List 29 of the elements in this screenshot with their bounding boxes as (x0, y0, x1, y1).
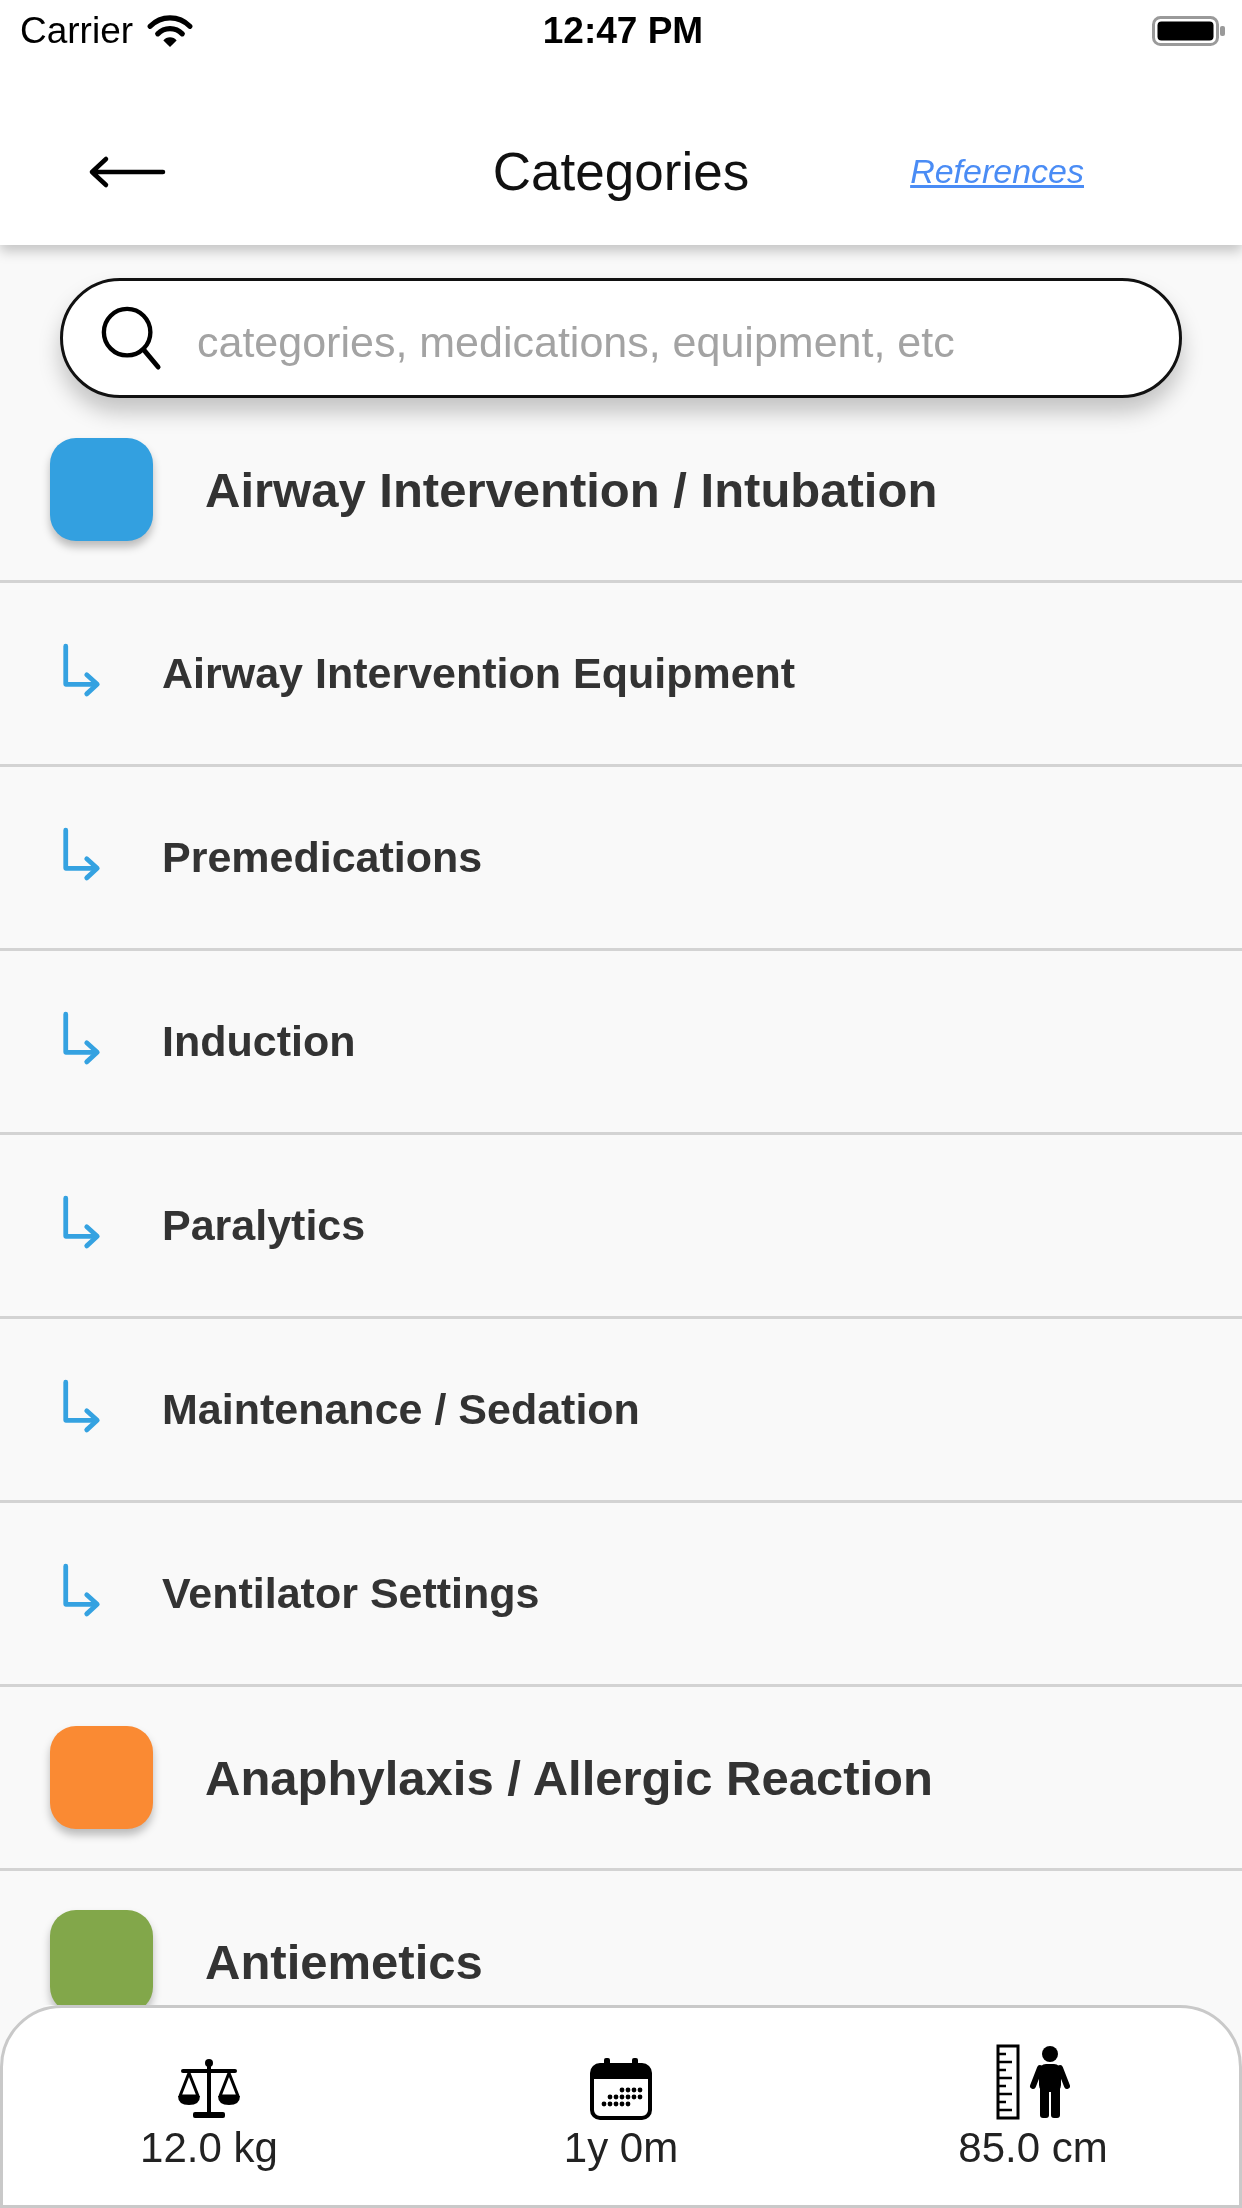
category-label: Anaphylaxis / Allergic Reaction (205, 1749, 933, 1806)
wifi-icon (147, 14, 194, 48)
subcategory-label: Paralytics (162, 1201, 366, 1250)
scale-icon (176, 2058, 242, 2120)
height-button[interactable]: 85.0 cm (958, 2008, 1108, 2172)
weight-button[interactable]: 12.0 kg (140, 2008, 278, 2172)
corner-arrow-icon (60, 1561, 102, 1618)
subcategory-label: Premedications (162, 833, 483, 882)
corner-arrow-icon (60, 825, 102, 882)
subcategory-label: Airway Intervention Equipment (162, 649, 796, 698)
back-icon[interactable] (88, 154, 166, 189)
battery-icon (1152, 16, 1226, 46)
age-button[interactable]: 1y 0m (563, 2008, 679, 2172)
corner-arrow-icon (60, 1193, 102, 1250)
calendar-icon (590, 2058, 652, 2120)
ruler-person-icon (996, 2044, 1070, 2120)
category-label: Airway Intervention / Intubation (205, 461, 938, 518)
search-field[interactable]: categories, medications, equipment, etc (60, 278, 1182, 398)
subcategory-label: Induction (162, 1017, 356, 1066)
category-label: Antiemetics (205, 1933, 483, 1990)
search-icon (100, 305, 162, 371)
carrier-label: Carrier (20, 10, 134, 52)
corner-arrow-icon (60, 641, 102, 698)
corner-arrow-icon (60, 1009, 102, 1066)
status-time: 12:47 PM (542, 10, 704, 52)
corner-arrow-icon (60, 1377, 102, 1434)
header-title: Categories (492, 141, 750, 202)
subcategory-label: Maintenance / Sedation (162, 1385, 640, 1434)
subcategory-label: Ventilator Settings (162, 1569, 540, 1618)
